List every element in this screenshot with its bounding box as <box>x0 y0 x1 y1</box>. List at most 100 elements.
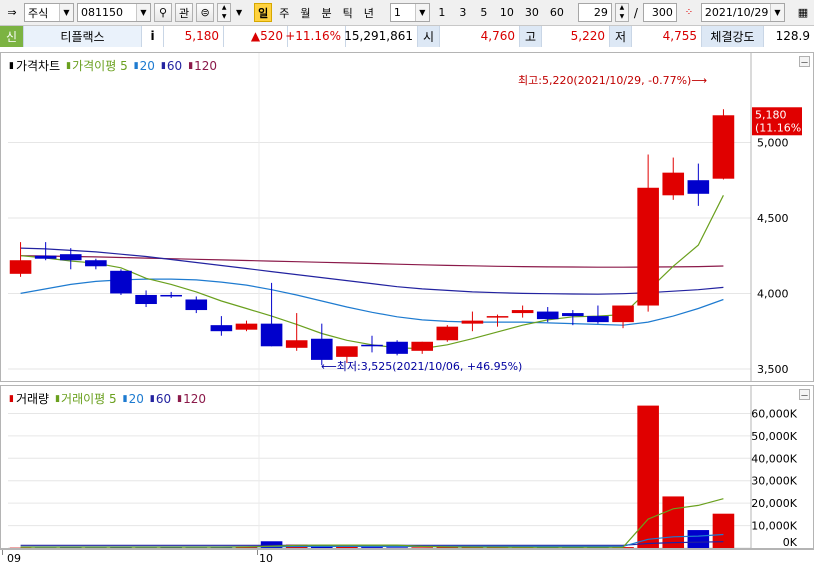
volume-bar <box>637 405 659 548</box>
candle-body <box>135 294 157 305</box>
candle-body <box>562 313 584 317</box>
trade-volume: 15,291,861 <box>344 25 418 47</box>
period-day-button[interactable]: 일 <box>254 3 273 22</box>
volume-bar <box>411 547 434 548</box>
open-label: 시 <box>418 25 440 47</box>
legend-vol-ma120: ▮ 120 <box>177 391 206 406</box>
total-input[interactable]: 300 <box>642 3 677 22</box>
link-icon: ⊜ <box>200 6 210 19</box>
chevron-down-icon[interactable]: ▼ <box>234 4 244 22</box>
legend-ma-label: ▮ 가격이평 5 <box>66 58 128 74</box>
candle-body <box>310 338 333 360</box>
market-select[interactable]: 주식 ▼ <box>24 3 74 22</box>
price-change-pct: +11.16% <box>285 25 346 47</box>
period-tick-button[interactable]: 틱 <box>339 3 357 22</box>
volume-tick-label: 40,000K <box>751 452 797 465</box>
legend-ma5: 5 <box>120 58 128 73</box>
volume-bar <box>687 530 710 548</box>
stock-name: 티플랙스 <box>24 25 142 47</box>
chevron-down-icon: ▼ <box>59 4 73 21</box>
volume-pane-controls: — <box>799 389 810 400</box>
count-spinner[interactable]: ▲ ▼ <box>614 3 629 22</box>
candle-body <box>386 341 408 354</box>
price-change: ▲520 <box>224 25 288 47</box>
grid-dots-icon[interactable]: ⁘ <box>680 4 698 22</box>
candle-body <box>85 260 107 267</box>
code-input[interactable]: 081150 ▼ <box>77 3 151 22</box>
info-button[interactable]: i <box>142 25 164 47</box>
last-price-pct: (11.16%) <box>755 121 806 134</box>
price-legend: ▮ 가격차트 ▮ 가격이평 5 ▮ 20 ▮ 60 ▮ 120 <box>9 57 217 74</box>
volume-tick-label: 30,000K <box>751 475 797 488</box>
count-input[interactable]: 29 <box>577 3 612 22</box>
candle-body <box>511 310 534 314</box>
price-chart-pane[interactable]: 5,000 4,500 4,000 3,500 5,180 (11.16%) 최고:5,22… <box>0 52 814 382</box>
stock-spinner[interactable]: ▲ ▼ <box>217 3 232 22</box>
quick-5-button[interactable]: 5 <box>475 3 493 22</box>
quick-60-button[interactable]: 60 <box>546 3 568 22</box>
date-select[interactable]: 2021/10/29 ▼ <box>700 3 785 22</box>
candle-body <box>185 299 208 311</box>
volume-tick-label: 20,000K <box>751 497 797 510</box>
chevron-down-icon: ▼ <box>769 4 784 21</box>
chevron-down-icon: ▼ <box>136 4 150 21</box>
quote-bar: 신 티플랙스 i 5,180 ▲520 +11.16% 15,291,861 시… <box>0 25 814 47</box>
candle-body <box>235 323 258 330</box>
strength-value: 128.9 <box>764 25 814 47</box>
count-separator: / <box>633 5 638 20</box>
candle-body <box>662 172 685 196</box>
price-tick-label: 3,500 <box>757 363 789 376</box>
minimize-icon[interactable]: — <box>799 389 810 400</box>
chart-settings-icon[interactable]: ▦ <box>794 4 812 22</box>
volume-legend: ▮ 거래량 ▮ 거래이평 5 ▮ 20 ▮ 60 ▮ 120 <box>9 390 206 407</box>
candle-body <box>637 187 659 306</box>
period-year-button[interactable]: 년 <box>360 3 378 22</box>
menu-arrow-icon[interactable]: ⇒ <box>3 4 21 22</box>
candle-body <box>361 344 383 347</box>
candle-body <box>536 311 559 320</box>
search-button[interactable]: ⚲ <box>154 3 172 22</box>
candle-body <box>59 254 82 261</box>
quick-10-button[interactable]: 10 <box>496 3 518 22</box>
current-price: 5,180 <box>164 25 224 47</box>
low-annotation: ⟵최저:3,525(2021/10/06, +46.95%) <box>321 360 522 373</box>
chevron-down-icon: ▼ <box>414 4 429 21</box>
volume-bar <box>712 513 735 548</box>
candle-body <box>110 270 132 294</box>
volume-chart-pane[interactable]: 60,000K 50,000K 40,000K 30,000K 20,000K 10,00… <box>0 385 814 549</box>
period-minute-button[interactable]: 분 <box>318 3 336 22</box>
unit-select[interactable]: 1 ▼ <box>389 3 430 22</box>
magnifier-icon: ⚲ <box>158 6 168 19</box>
link-button[interactable]: ⊜ <box>196 3 215 22</box>
minimize-icon[interactable]: — <box>799 56 810 67</box>
volume-bar <box>662 496 685 548</box>
price-tick-label: 4,000 <box>757 287 789 300</box>
kwan-button[interactable]: 관 <box>175 3 194 22</box>
open-price: 4,760 <box>440 25 520 47</box>
candle-body <box>436 326 459 341</box>
candle-body <box>612 305 634 323</box>
high-price: 5,220 <box>542 25 610 47</box>
volume-chart-svg[interactable]: 60,000K 50,000K 40,000K 30,000K 20,000K 10,00… <box>1 386 813 548</box>
legend-vol-ma5: 5 <box>109 391 117 406</box>
quick-1-button[interactable]: 1 <box>433 3 451 22</box>
candle-body <box>9 260 32 274</box>
period-month-button[interactable]: 월 <box>296 3 314 22</box>
price-chart-svg[interactable]: 5,000 4,500 4,000 3,500 5,180(11.16%) 최고:5,22… <box>1 53 813 381</box>
candle-body <box>712 115 735 179</box>
quick-30-button[interactable]: 30 <box>521 3 543 22</box>
strength-label: 체결강도 <box>702 25 764 47</box>
candle-body <box>587 316 609 323</box>
quick-3-button[interactable]: 3 <box>454 3 472 22</box>
last-price-label: 5,180 <box>755 108 787 121</box>
price-pane-controls: — <box>799 56 810 67</box>
candle-body <box>486 316 509 318</box>
candle-body <box>285 340 308 348</box>
volume-tick-label: 60,000K <box>751 407 797 420</box>
price-tick-label: 4,500 <box>757 212 789 225</box>
vol-ma5-line <box>20 498 724 548</box>
candle-body <box>160 294 182 297</box>
x-label-oct: 10 <box>259 552 273 565</box>
period-week-button[interactable]: 주 <box>275 3 293 22</box>
legend-ma120: ▮ 120 <box>188 58 218 73</box>
